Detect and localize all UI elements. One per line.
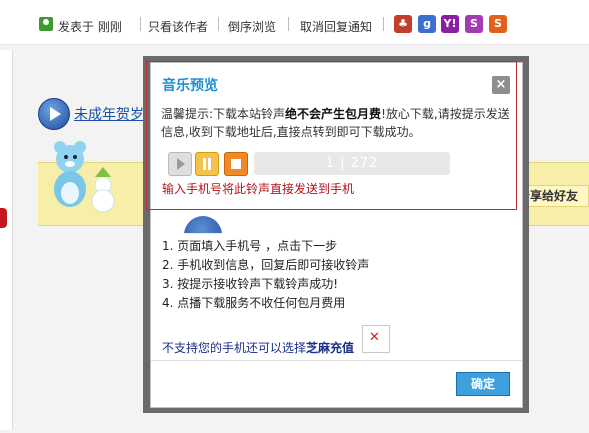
mascot-image: [54, 141, 115, 213]
step-item: 2. 手机收到信息，回复后即可接收铃声: [162, 258, 370, 272]
alt-bold[interactable]: 芝麻充值: [306, 341, 354, 355]
side-tab[interactable]: [0, 208, 7, 228]
progress-bar[interactable]: 1 | 272: [254, 152, 450, 175]
alternative-recharge-text[interactable]: 不支持您的手机还可以选择芝麻充值: [162, 339, 354, 356]
step-item: 3. 按提示接收铃声下载铃声成功!: [162, 277, 339, 291]
toolbar-divider: [383, 17, 384, 31]
step-item: 1. 页面填入手机号 ，点击下一步: [162, 239, 338, 253]
broken-image-icon: [362, 325, 390, 353]
ok-button[interactable]: 确定: [456, 372, 510, 396]
toolbar-divider: [218, 17, 219, 31]
reverse-view-link[interactable]: 倒序浏览: [228, 18, 276, 35]
posted-by-label: 发表于 刚刚: [58, 18, 122, 35]
sina-icon[interactable]: S: [489, 15, 507, 33]
posted-by-text: 发表于: [58, 20, 95, 34]
stop-button[interactable]: [224, 152, 248, 176]
sohu-icon[interactable]: S: [465, 15, 483, 33]
cancel-notify-link[interactable]: 取消回复通知: [300, 18, 372, 35]
footer-divider: [151, 360, 522, 361]
alt-prefix: 不支持您的手机还可以选择: [162, 341, 307, 355]
posted-time: 刚刚: [97, 20, 122, 34]
progress-counter: 1 | 272: [325, 156, 379, 171]
baidu-icon[interactable]: ♣: [394, 15, 412, 33]
play-circle-icon[interactable]: [38, 98, 70, 130]
music-preview-dialog: 音乐预览 × 温馨提示:下载本站铃声绝不会产生包月费!放心下载,请按提示发送信息…: [150, 62, 523, 408]
toolbar-divider: [140, 17, 141, 31]
left-sidebar-edge: [0, 50, 13, 430]
warm-notice: 温馨提示:下载本站铃声绝不会产生包月费!放心下载,请按提示发送信息,收到下载地址…: [161, 105, 513, 141]
notice-prefix: 温馨提示:下载本站铃声: [161, 107, 286, 121]
pause-button[interactable]: [195, 152, 219, 176]
post-toolbar: 发表于 刚刚 只看该作者 倒序浏览 取消回复通知 ♣ g Y! S S: [0, 0, 589, 45]
instruction-steps: 1. 页面填入手机号 ，点击下一步 2. 手机收到信息，回复后即可接收铃声 3.…: [162, 237, 502, 313]
audio-player: 1 | 272: [168, 152, 450, 178]
toolbar-divider: [288, 17, 289, 31]
google-icon[interactable]: g: [418, 15, 436, 33]
only-author-link[interactable]: 只看该作者: [148, 18, 208, 35]
send-to-phone-link[interactable]: 输入手机号将此铃声直接发送到手机: [162, 180, 354, 197]
yahoo-icon[interactable]: Y!: [441, 15, 459, 33]
user-icon: [39, 17, 53, 31]
notice-bold: 绝不会产生包月费: [285, 107, 382, 121]
dialog-title: 音乐预览: [162, 78, 218, 94]
play-button[interactable]: [168, 152, 192, 176]
step-item: 4. 点播下载服务不收任何包月费用: [162, 296, 346, 310]
close-button[interactable]: ×: [492, 76, 510, 94]
